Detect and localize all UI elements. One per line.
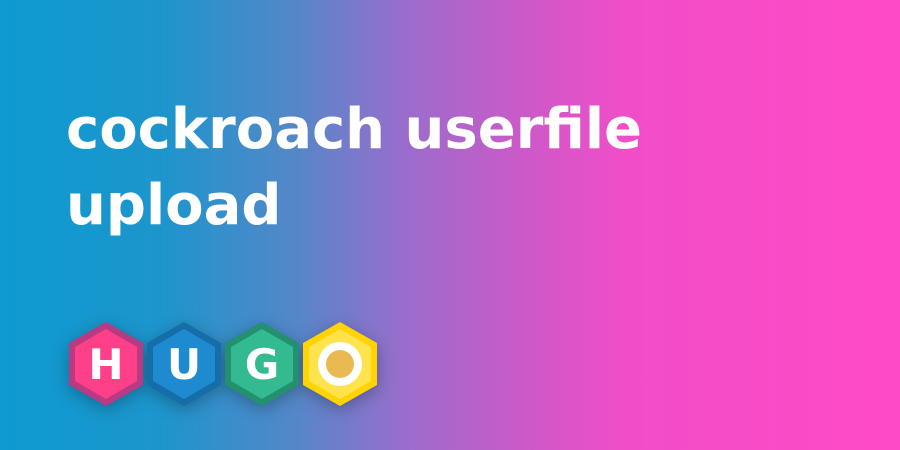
page-title: cockroach userfile upload xyxy=(66,97,643,238)
hugo-hex-o: O xyxy=(303,322,377,406)
hugo-hex-h: H xyxy=(69,322,143,406)
hugo-letter-u: U xyxy=(167,340,201,389)
hugo-logo-svg: H U G O xyxy=(69,322,377,406)
hugo-hex-u: U xyxy=(147,322,221,406)
hugo-letter-g: G xyxy=(245,340,279,389)
hugo-logo-icon: H U G O xyxy=(64,316,390,412)
social-card: cockroach userfile upload H U G xyxy=(0,0,900,450)
hugo-hex-g: G xyxy=(225,322,299,406)
hugo-letter-h: H xyxy=(88,340,123,389)
hugo-o-center xyxy=(326,350,354,378)
